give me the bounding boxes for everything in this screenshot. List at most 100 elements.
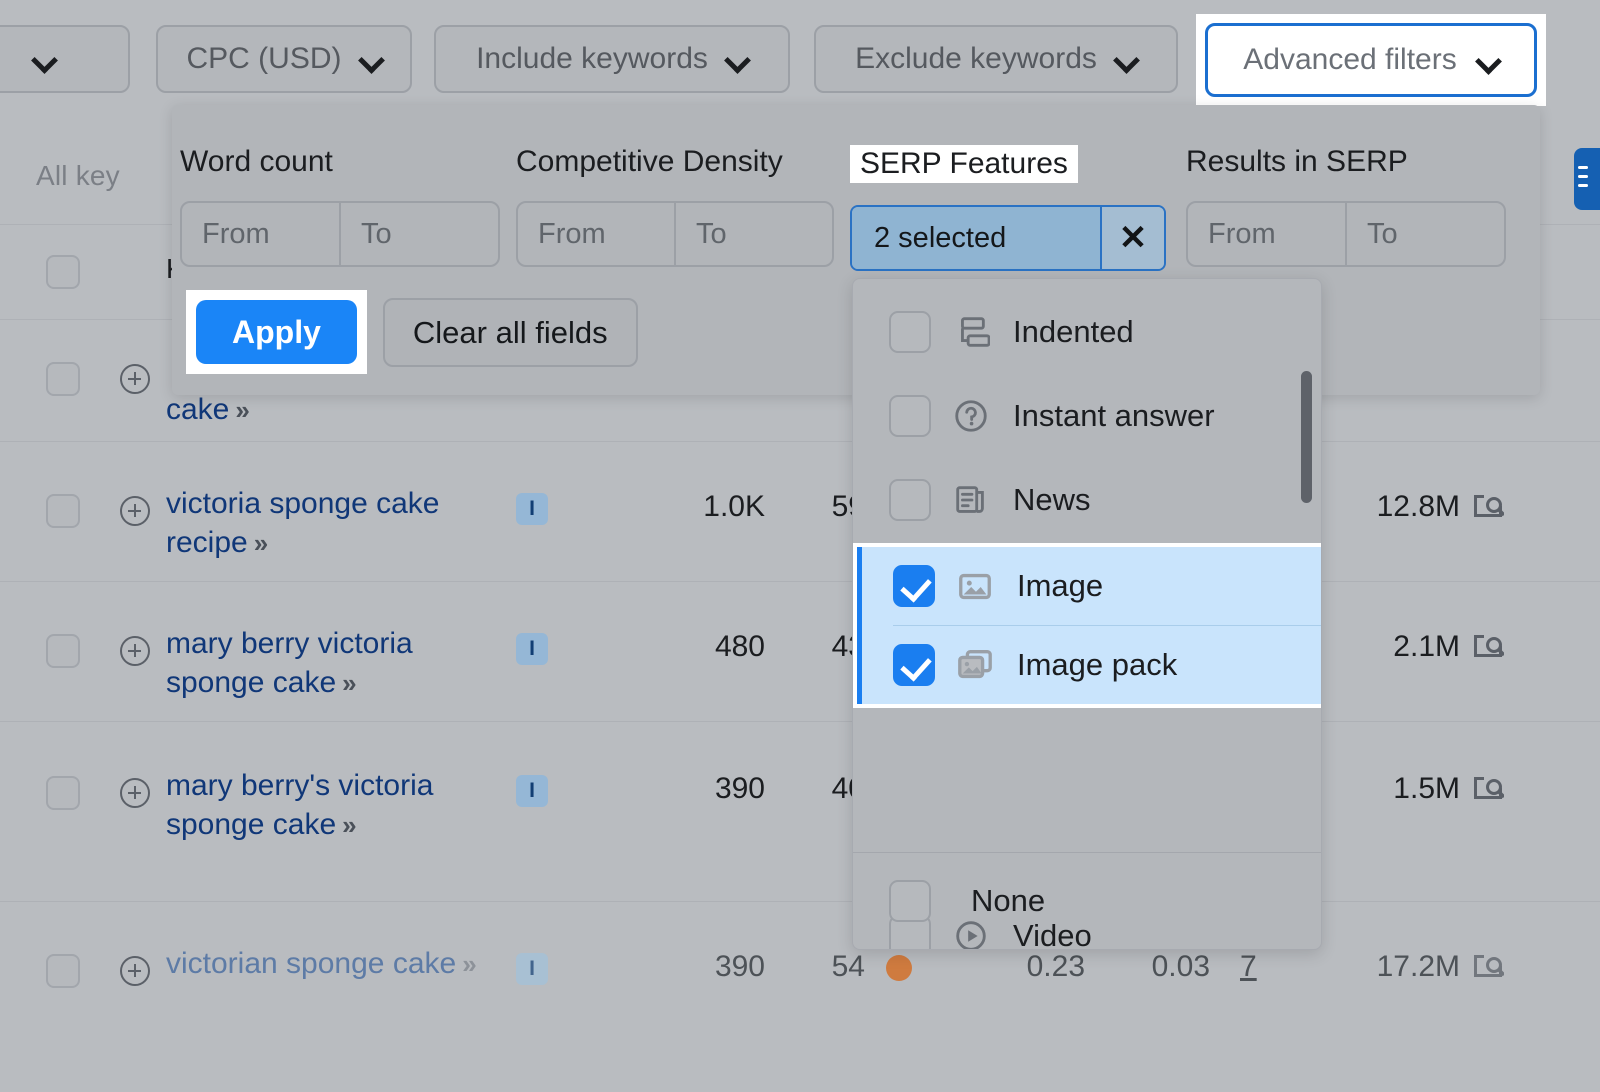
screenshot-root: All key Ke cake» victoria sponge cake re… [0, 0, 1600, 1092]
checkbox-instant-answer[interactable] [889, 395, 931, 437]
apply-button[interactable]: Apply [196, 300, 357, 364]
checkbox-none[interactable] [889, 880, 931, 922]
results-value: 12.8M [1340, 490, 1460, 524]
expand-chevrons-icon[interactable]: » [336, 810, 353, 840]
dropdown-item-none[interactable]: None [853, 853, 1321, 949]
close-icon[interactable]: ✕ [1100, 207, 1164, 269]
row-checkbox[interactable] [46, 954, 80, 988]
dropdown-none-section: None [853, 852, 1321, 949]
serp-features-select[interactable]: 2 selected ✕ [850, 205, 1166, 271]
image-pack-icon [955, 645, 995, 685]
checkbox-news[interactable] [889, 479, 931, 521]
filter-button-collapsed[interactable] [0, 25, 130, 93]
results-in-serp-to-input[interactable]: To [1345, 203, 1504, 265]
serp-preview-icon[interactable] [1472, 952, 1504, 980]
competitive-density-to-input[interactable]: To [674, 203, 832, 265]
competitive-density-group: Competitive Density From To [516, 145, 834, 267]
intent-badge[interactable]: I [516, 953, 548, 985]
dropdown-item-indented[interactable]: Indented [853, 293, 1321, 371]
dropdown-item-instant-answer[interactable]: Instant answer [853, 377, 1321, 455]
kd-value: 54 [790, 950, 865, 984]
filter-toolbar: CPC (USD) Include keywords Exclude keywo… [0, 0, 1600, 112]
selected-items-group: Image Image pack [857, 547, 1322, 704]
panel-actions: Apply Clear all fields [186, 290, 638, 374]
table-row[interactable]: victoria sponge cake recipe» I 1.0K 59 1… [0, 442, 1600, 582]
dropdown-item-label: Instant answer [1013, 398, 1215, 434]
filter-label: Include keywords [476, 42, 708, 76]
word-count-from-input[interactable]: From [182, 203, 339, 265]
keyword-text: victorian sponge [166, 947, 384, 980]
chevron-down-icon [1477, 49, 1499, 71]
results-in-serp-from-input[interactable]: From [1188, 203, 1345, 265]
advanced-filters-button[interactable]: Advanced filters [1205, 23, 1537, 97]
intent-badge[interactable]: I [516, 775, 548, 807]
serp-preview-icon[interactable] [1472, 774, 1504, 802]
competitive-density-value: 0.03 [1090, 950, 1210, 984]
row-checkbox[interactable] [46, 362, 80, 396]
row-checkbox[interactable] [46, 494, 80, 528]
competitive-density-from-input[interactable]: From [518, 203, 674, 265]
filter-button-cpc[interactable]: CPC (USD) [156, 25, 412, 93]
chevron-down-icon [33, 48, 55, 70]
results-in-serp-label: Results in SERP [1186, 145, 1506, 179]
word-count-range[interactable]: From To [180, 201, 500, 267]
checkbox-indented[interactable] [889, 311, 931, 353]
add-keyword-icon[interactable] [120, 778, 150, 808]
expand-chevrons-icon[interactable]: » [229, 395, 246, 425]
word-count-label: Word count [180, 145, 500, 179]
filter-label: Exclude keywords [855, 42, 1097, 76]
word-count-to-input[interactable]: To [339, 203, 498, 265]
select-all-checkbox[interactable] [46, 255, 80, 289]
serp-preview-icon[interactable] [1472, 492, 1504, 520]
image-icon [955, 566, 995, 606]
filter-button-exclude-keywords[interactable]: Exclude keywords [814, 25, 1178, 93]
volume-value: 390 [600, 950, 765, 984]
word-count-group: Word count From To [180, 145, 500, 267]
keyword-text: cake [166, 393, 229, 426]
add-keyword-icon[interactable] [120, 956, 150, 986]
dropdown-item-image-pack[interactable]: Image pack [862, 626, 1322, 704]
chevron-down-icon [1115, 48, 1137, 70]
expand-chevrons-icon[interactable]: » [336, 668, 353, 698]
add-keyword-icon[interactable] [120, 636, 150, 666]
competitive-density-range[interactable]: From To [516, 201, 834, 267]
chevron-down-icon [726, 48, 748, 70]
filter-button-include-keywords[interactable]: Include keywords [434, 25, 790, 93]
intent-badge[interactable]: I [516, 633, 548, 665]
checkbox-image-pack[interactable] [893, 644, 935, 686]
table-row[interactable]: mary berry's victoria sponge cake» I 390… [0, 722, 1600, 902]
table-row[interactable]: mary berry victoria sponge cake» I 480 4… [0, 582, 1600, 722]
row-checkbox[interactable] [46, 634, 80, 668]
selected-items-highlight: Image Image pack [853, 543, 1322, 708]
dropdown-scrollbar-thumb[interactable] [1301, 371, 1312, 503]
keyword-link[interactable]: victorian sponge cake» [166, 944, 496, 984]
serp-features-dropdown: Indented Instant answer [852, 278, 1322, 950]
row-checkbox[interactable] [46, 776, 80, 810]
keyword-link[interactable]: mary berry victoria sponge cake» [166, 624, 496, 703]
volume-value: 480 [600, 630, 765, 664]
dropdown-item-image[interactable]: Image [862, 547, 1322, 625]
keyword-link[interactable]: victoria sponge cake recipe» [166, 484, 496, 563]
export-button-edge[interactable] [1574, 148, 1600, 210]
serp-features-value[interactable]: 2 selected [852, 207, 1100, 269]
results-in-serp-range[interactable]: From To [1186, 201, 1506, 267]
add-keyword-icon[interactable] [120, 364, 150, 394]
serp-results-count[interactable]: 7 [1240, 950, 1270, 984]
add-keyword-icon[interactable] [120, 496, 150, 526]
expand-chevrons-icon[interactable]: » [456, 949, 473, 979]
dropdown-item-news[interactable]: News [853, 461, 1321, 539]
results-value: 1.5M [1340, 772, 1460, 806]
keyword-text: mary berry victoria sponge cake [166, 627, 413, 699]
keyword-link[interactable]: mary berry's victoria sponge cake» [166, 766, 496, 845]
table-row[interactable]: victorian sponge cake» I 390 54 0.23 0.0… [0, 902, 1600, 1092]
intent-badge[interactable]: I [516, 493, 548, 525]
clear-all-fields-button[interactable]: Clear all fields [383, 298, 638, 367]
expand-chevrons-icon[interactable]: » [248, 528, 265, 558]
all-keywords-tab[interactable]: All key [36, 160, 120, 192]
keyword-link[interactable]: cake» [166, 390, 496, 430]
keyword-text: mary berry's victoria sponge cake [166, 769, 433, 841]
checkbox-image[interactable] [893, 565, 935, 607]
serp-features-label: SERP Features [850, 145, 1170, 183]
filter-label: CPC (USD) [187, 42, 342, 76]
serp-preview-icon[interactable] [1472, 632, 1504, 660]
